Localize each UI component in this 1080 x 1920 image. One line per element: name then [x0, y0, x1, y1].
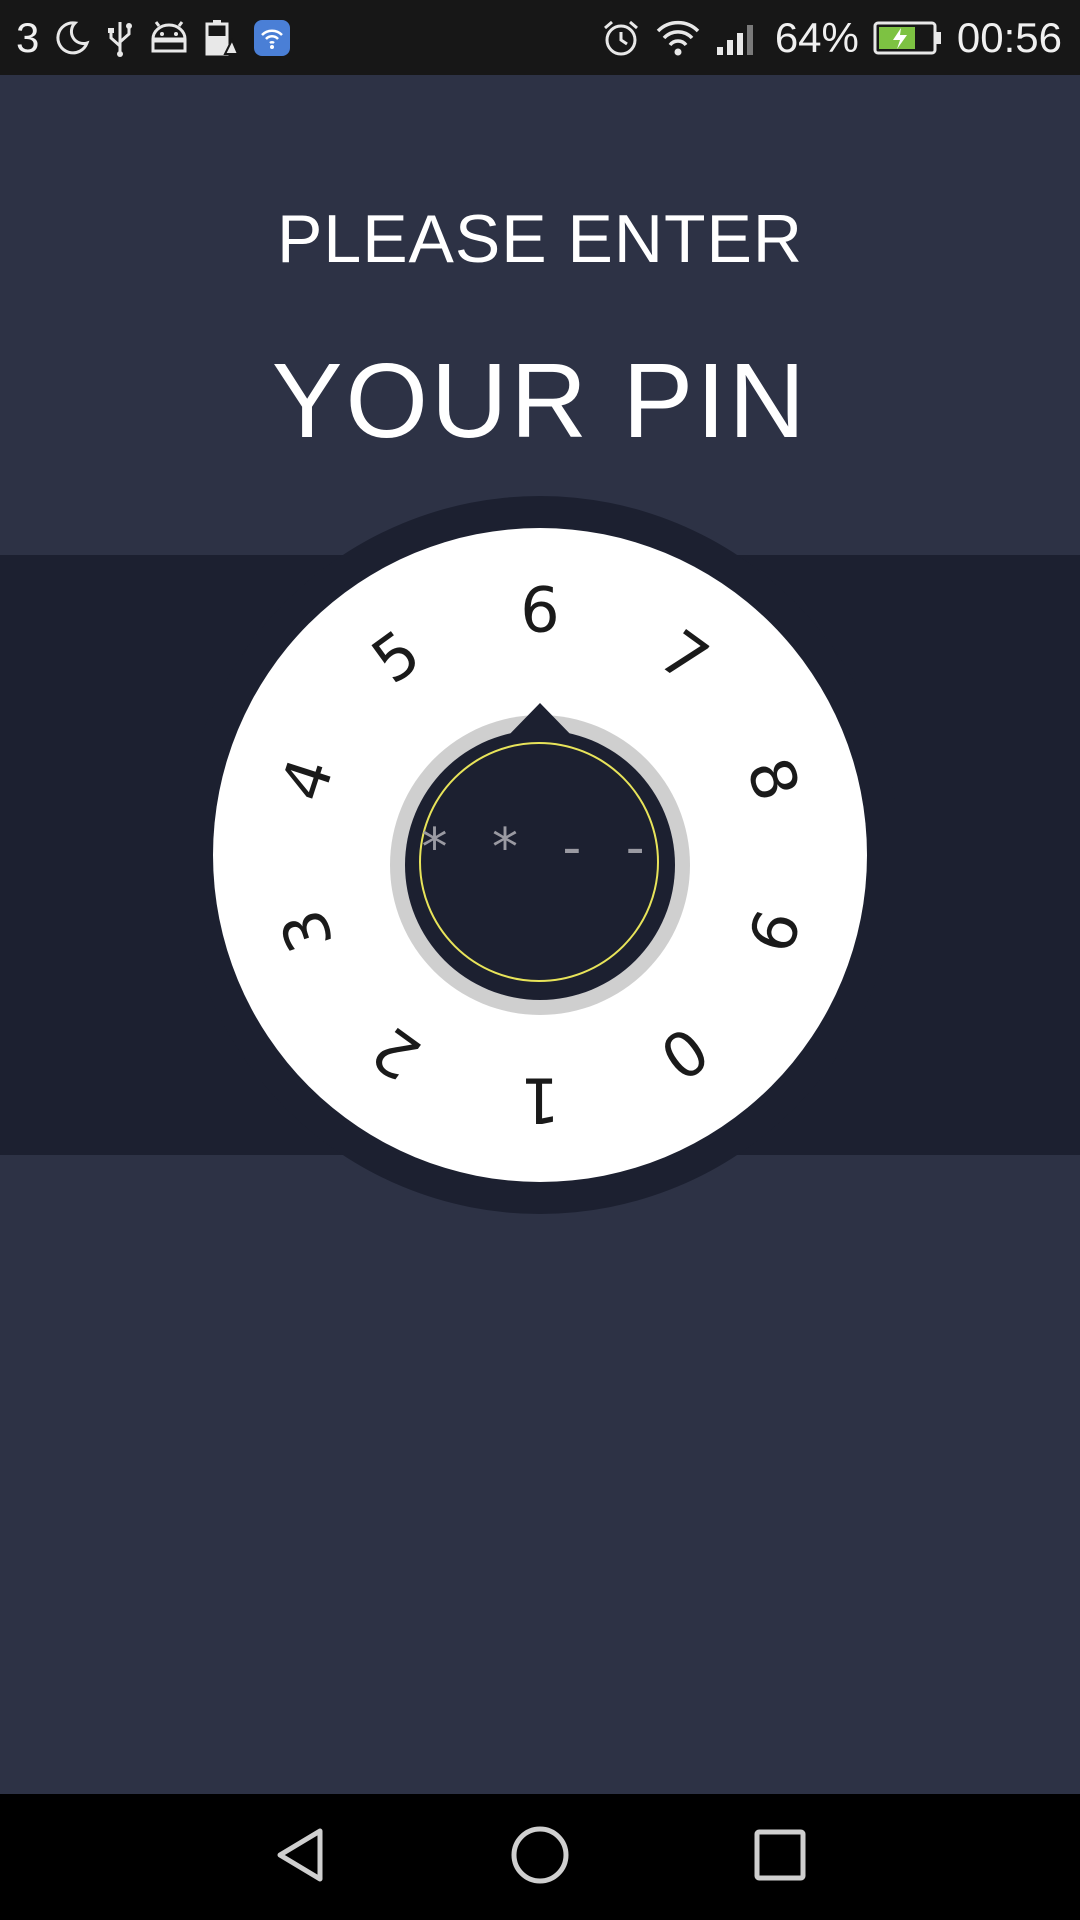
dial-digit-5[interactable]: 5: [359, 616, 434, 698]
recents-button[interactable]: [720, 1794, 840, 1920]
status-bar-right: 64% 00:56: [601, 0, 1062, 75]
navigation-bar: [0, 1794, 1080, 1920]
battery-charging-icon: [873, 20, 943, 56]
dial-digit-9[interactable]: 9: [732, 901, 814, 961]
pin-entry-screen: 3 64% 00:56 PLEASE ENTER YOUR PIN 6 7 8 …: [0, 0, 1080, 1920]
wifi-app-icon: [253, 19, 291, 57]
prompt-title-line2: YOUR PIN: [271, 342, 809, 460]
home-button[interactable]: [480, 1794, 600, 1920]
battery-percent: 64%: [774, 13, 859, 61]
dial-digit-2[interactable]: 2: [359, 1012, 434, 1094]
alarm-icon: [601, 18, 641, 58]
wifi-icon: [655, 19, 701, 57]
dial-digit-3[interactable]: 3: [266, 901, 348, 961]
prompt-title-line1: PLEASE ENTER: [277, 201, 803, 277]
back-icon: [272, 1825, 328, 1890]
battery-warning-icon: [203, 18, 240, 58]
usb-icon: [105, 18, 135, 58]
status-bar-left: 3: [16, 0, 291, 75]
moon-icon: [53, 19, 91, 57]
home-icon: [510, 1825, 570, 1890]
back-button[interactable]: [240, 1794, 360, 1920]
dial-digit-6[interactable]: 6: [520, 574, 559, 647]
clock-time: 00:56: [956, 13, 1062, 61]
dial-digit-4[interactable]: 4: [266, 749, 348, 809]
dial-digit-7[interactable]: 7: [647, 616, 722, 698]
recents-icon: [753, 1828, 807, 1887]
status-bar: 3 64% 00:56: [0, 0, 1080, 75]
pin-display: * * - -: [421, 818, 659, 878]
signal-icon: [715, 19, 761, 57]
android-debug-icon: [149, 19, 189, 57]
notification-count: 3: [16, 13, 40, 61]
dial-digit-1[interactable]: 1: [520, 1064, 559, 1137]
dial-digit-8[interactable]: 8: [732, 749, 814, 809]
dial-digit-0[interactable]: 0: [647, 1012, 722, 1094]
